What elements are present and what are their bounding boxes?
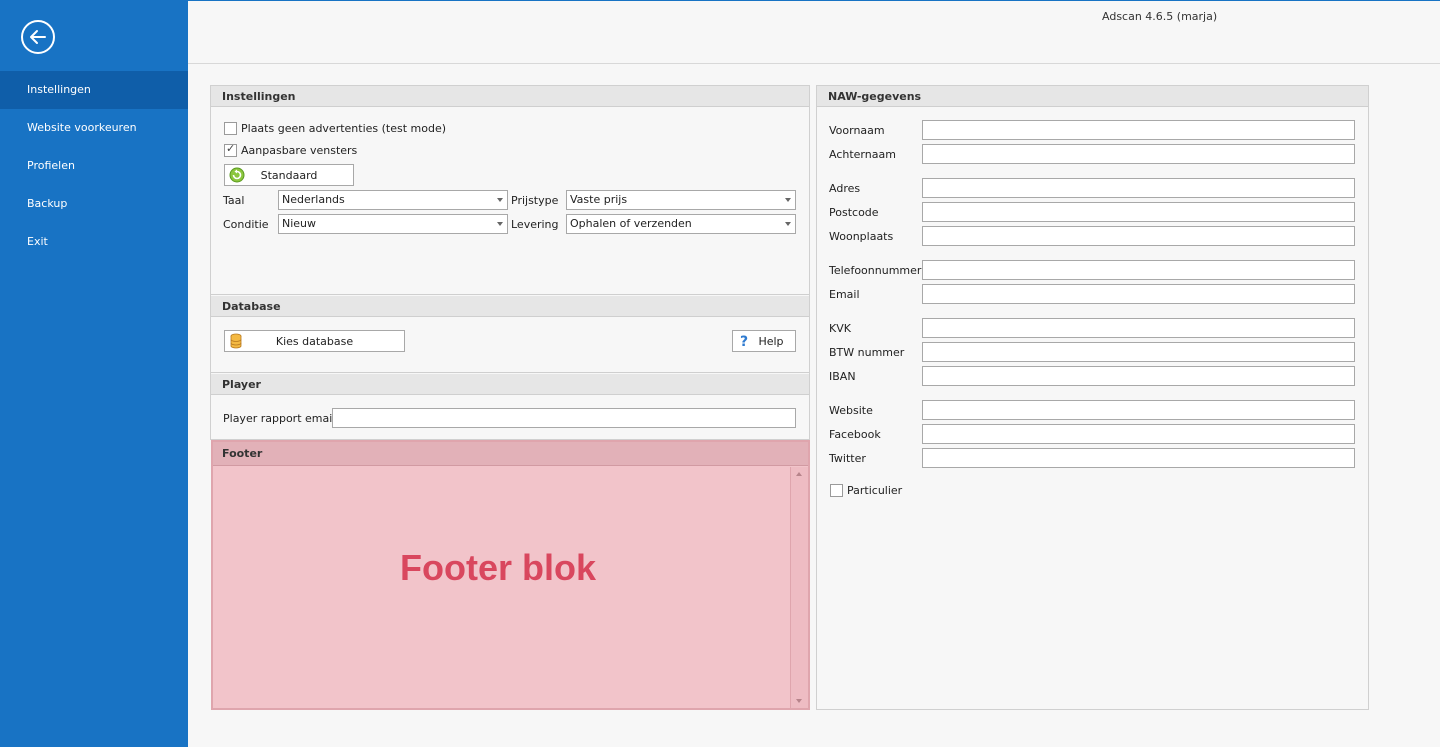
footer-header: Footer — [213, 442, 808, 466]
footer-scrollbar[interactable] — [790, 467, 808, 708]
woonplaats-input[interactable] — [922, 226, 1355, 246]
player-email-input[interactable] — [332, 408, 796, 428]
field-label-kvk: KVK — [829, 322, 851, 335]
database-header: Database — [211, 296, 809, 317]
chevron-down-icon — [497, 198, 503, 202]
field-label-iban: IBAN — [829, 370, 856, 383]
arrow-left-icon — [30, 30, 46, 44]
help-button[interactable]: ? Help — [732, 330, 796, 352]
sidebar-item-instellingen[interactable]: Instellingen — [0, 71, 188, 109]
field-label-postcode: Postcode — [829, 206, 879, 219]
help-icon: ? — [740, 334, 748, 349]
settings-panel: Instellingen Plaats geen advertenties (t… — [210, 85, 810, 440]
scroll-down-icon[interactable] — [796, 699, 802, 703]
divider — [211, 372, 809, 373]
test-mode-checkbox-box[interactable] — [224, 122, 237, 135]
twitter-input[interactable] — [922, 448, 1355, 468]
sidebar: Instellingen Website voorkeuren Profiele… — [0, 0, 188, 747]
custom-windows-label: Aanpasbare vensters — [241, 144, 358, 157]
postcode-input[interactable] — [922, 202, 1355, 222]
delivery-value: Ophalen of verzenden — [570, 217, 692, 230]
back-button[interactable] — [21, 20, 55, 54]
sidebar-nav: Instellingen Website voorkeuren Profiele… — [0, 71, 188, 261]
language-label: Taal — [223, 194, 245, 207]
app-title: Adscan 4.6.5 (marja) — [1102, 10, 1218, 23]
footer-block[interactable]: Footer Footer blok — [211, 440, 810, 710]
custom-windows-checkbox-box[interactable] — [224, 142, 237, 157]
achternaam-input[interactable] — [922, 144, 1355, 164]
sidebar-item-website-voorkeuren[interactable]: Website voorkeuren — [0, 109, 188, 147]
title-bar: Adscan 4.6.5 (marja) — [188, 0, 1440, 64]
sidebar-item-profielen[interactable]: Profielen — [0, 147, 188, 185]
condition-select[interactable]: Nieuw — [278, 214, 508, 234]
email-input[interactable] — [922, 284, 1355, 304]
chevron-down-icon — [785, 198, 791, 202]
field-label-btw-nummer: BTW nummer — [829, 346, 905, 359]
svg-text:?: ? — [740, 334, 748, 349]
delivery-label: Levering — [511, 218, 559, 231]
price-type-label: Prijstype — [511, 194, 559, 207]
naw-header: NAW-gegevens — [817, 86, 1368, 107]
adres-input[interactable] — [922, 178, 1355, 198]
condition-label: Conditie — [223, 218, 269, 231]
btw-nummer-input[interactable] — [922, 342, 1355, 362]
choose-database-label: Kies database — [275, 334, 354, 348]
language-value: Nederlands — [282, 193, 345, 206]
telefoonnummer-input[interactable] — [922, 260, 1355, 280]
facebook-input[interactable] — [922, 424, 1355, 444]
player-header: Player — [211, 374, 809, 395]
default-button-label: Standaard — [260, 168, 318, 182]
language-select[interactable]: Nederlands — [278, 190, 508, 210]
naw-panel: NAW-gegevens Voornaam Achternaam Adres P… — [816, 85, 1369, 710]
test-mode-checkbox[interactable]: Plaats geen advertenties (test mode) — [224, 122, 446, 135]
website-input[interactable] — [922, 400, 1355, 420]
field-label-adres: Adres — [829, 182, 861, 195]
test-mode-label: Plaats geen advertenties (test mode) — [241, 122, 447, 135]
sidebar-item-exit[interactable]: Exit — [0, 223, 188, 261]
private-checkbox-box[interactable] — [830, 484, 843, 497]
sidebar-item-backup[interactable]: Backup — [0, 185, 188, 223]
field-label-woonplaats: Woonplaats — [829, 230, 894, 243]
footer-placeholder-text: Footer blok — [400, 547, 596, 588]
scroll-up-icon[interactable] — [796, 472, 802, 476]
field-label-facebook: Facebook — [829, 428, 881, 441]
chevron-down-icon — [785, 222, 791, 226]
player-email-label: Player rapport email — [223, 412, 336, 425]
voornaam-input[interactable] — [922, 120, 1355, 140]
condition-value: Nieuw — [282, 217, 317, 230]
field-label-website: Website — [829, 404, 873, 417]
iban-input[interactable] — [922, 366, 1355, 386]
field-label-voornaam: Voornaam — [829, 124, 885, 137]
divider — [211, 294, 809, 295]
field-label-achternaam: Achternaam — [829, 148, 896, 161]
settings-header: Instellingen — [211, 86, 809, 107]
private-checkbox[interactable]: Particulier — [830, 484, 902, 497]
default-button[interactable]: Standaard — [224, 164, 354, 186]
price-type-value: Vaste prijs — [570, 193, 628, 206]
choose-database-button[interactable]: Kies database — [224, 330, 405, 352]
kvk-input[interactable] — [922, 318, 1355, 338]
field-label-twitter: Twitter — [829, 452, 866, 465]
refresh-icon — [229, 167, 245, 183]
custom-windows-checkbox[interactable]: Aanpasbare vensters — [224, 142, 358, 157]
field-label-email: Email — [829, 288, 860, 301]
database-icon — [230, 333, 242, 349]
price-type-select[interactable]: Vaste prijs — [566, 190, 796, 210]
chevron-down-icon — [497, 222, 503, 226]
delivery-select[interactable]: Ophalen of verzenden — [566, 214, 796, 234]
field-label-telefoonnummer: Telefoonnummer — [829, 264, 922, 277]
private-label: Particulier — [847, 484, 903, 497]
